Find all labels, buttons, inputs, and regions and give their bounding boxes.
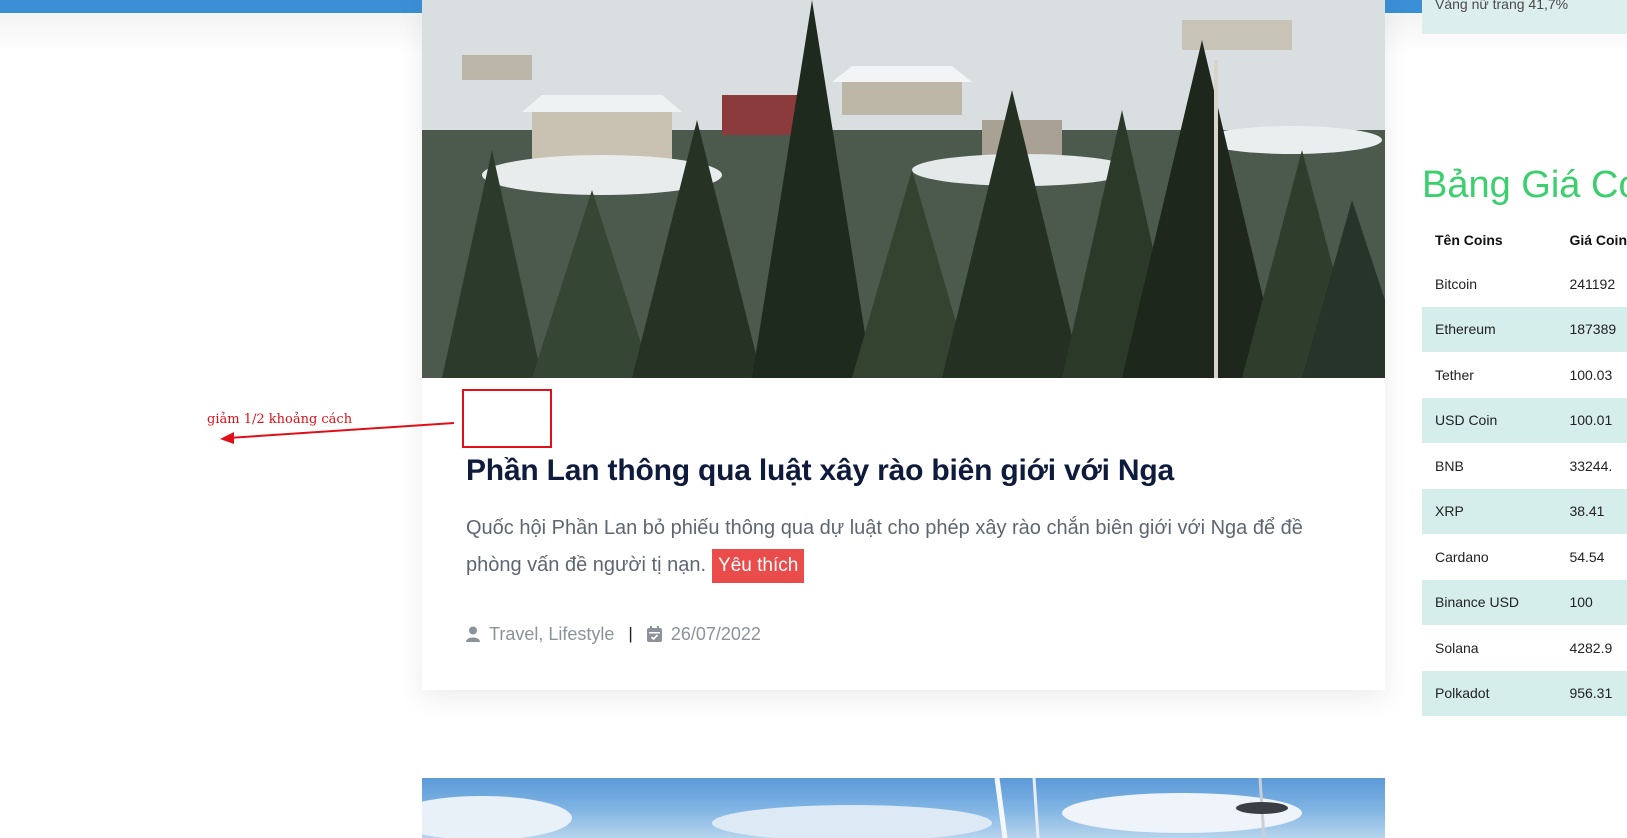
table-row: Polkadot 956.31: [1422, 670, 1627, 716]
coin-price: 4282.9: [1569, 639, 1613, 656]
table-row: BNB 33244.: [1422, 443, 1627, 489]
table-row: Tether 100.03: [1422, 352, 1627, 398]
article-excerpt: Quốc hội Phần Lan bỏ phiếu thông qua dự …: [466, 510, 1306, 584]
coin-price-header: Giá Coin: [1569, 232, 1627, 248]
coin-name: Binance USD: [1422, 579, 1557, 625]
article-excerpt-text: Quốc hội Phần Lan bỏ phiếu thông qua dự …: [466, 517, 1303, 576]
next-article-image[interactable]: [422, 778, 1385, 838]
snowy-village-illustration: [422, 0, 1385, 378]
coin-price: 54.54: [1569, 548, 1605, 565]
article-meta: Travel, Lifestyle | 26/07/2022: [466, 622, 761, 646]
coin-price: 100.03: [1569, 366, 1613, 383]
coin-table-title: Bảng Giá Coin: [1422, 164, 1627, 206]
user-icon: [466, 626, 480, 642]
table-row: XRP 38.41: [1422, 488, 1627, 534]
coin-name: Cardano: [1435, 548, 1489, 565]
article-hero-image[interactable]: [422, 0, 1385, 378]
table-row: Ethereum 187389: [1422, 306, 1627, 352]
coin-price: 100: [1556, 579, 1627, 625]
coin-name: Tether: [1435, 366, 1474, 383]
sky-mast-illustration: [422, 778, 1302, 838]
coin-price: 100.01: [1556, 397, 1627, 443]
coin-price: 187389: [1556, 306, 1627, 352]
coin-name: Bitcoin: [1435, 275, 1478, 292]
table-row: USD Coin 100.01: [1422, 397, 1627, 443]
table-row: Bitcoin 241192: [1422, 261, 1627, 307]
article-categories[interactable]: Travel, Lifestyle: [489, 624, 614, 645]
article-date: 26/07/2022: [670, 623, 761, 644]
coin-name: Solana: [1435, 639, 1479, 656]
coin-name-header: Tên Coins: [1435, 232, 1503, 248]
coin-name: USD Coin: [1422, 397, 1557, 443]
coin-price: 38.41: [1556, 488, 1627, 534]
meta-separator: |: [628, 624, 633, 643]
coin-name: BNB: [1435, 457, 1464, 474]
article-card: [422, 0, 1385, 690]
calendar-icon: [646, 626, 662, 642]
coin-name: Polkadot: [1422, 670, 1557, 716]
annotation-highlight-box: [462, 389, 552, 448]
coin-price: 241192: [1569, 275, 1616, 292]
coin-price-table: Tên Coins Giá Coin Bitcoin 241192 Ethereu…: [1422, 219, 1627, 716]
coin-table-header: Tên Coins Giá Coin: [1422, 219, 1627, 261]
table-row: Cardano 54.54: [1422, 534, 1627, 580]
coin-name: Ethereum: [1422, 306, 1557, 352]
sidebar-gold-price-text: Vàng nữ trang 41,7%: [1435, 0, 1569, 12]
annotation-arrow-icon: [220, 422, 455, 444]
table-row: Solana 4282.9: [1422, 625, 1627, 671]
coin-price: 33244.: [1569, 457, 1613, 474]
article-title[interactable]: Phần Lan thông qua luật xây rào biên giớ…: [466, 454, 1174, 488]
coin-price: 956.31: [1556, 670, 1627, 716]
table-row: Binance USD 100: [1422, 579, 1627, 625]
coin-name: XRP: [1422, 488, 1557, 534]
like-button[interactable]: Yêu thích: [712, 549, 805, 583]
